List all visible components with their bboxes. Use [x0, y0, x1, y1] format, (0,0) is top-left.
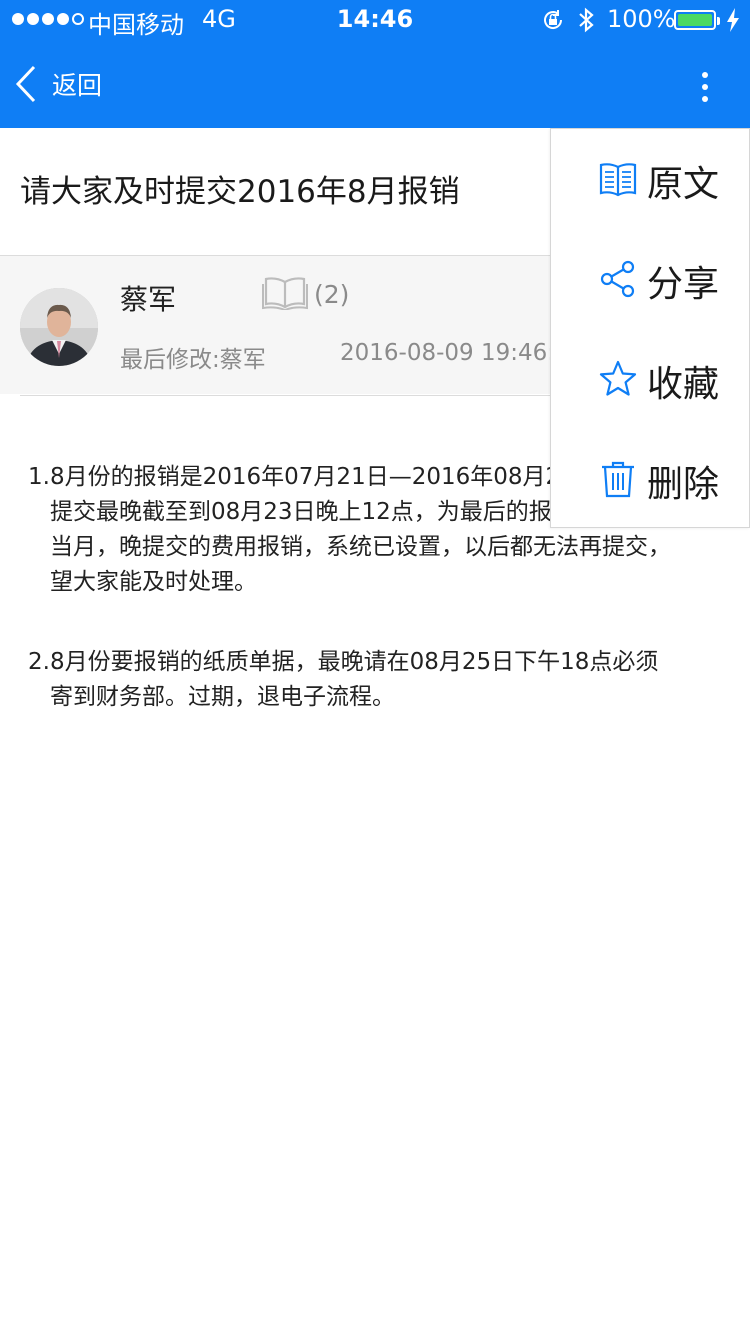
trash-icon	[602, 461, 634, 498]
menu-item-label: 分享	[647, 264, 720, 305]
back-button[interactable]: 返回	[14, 62, 102, 106]
list-item: 2. 8月份要报销的纸质单据，最晚请在08月25日下午18点必须 寄到财务部。过…	[28, 645, 708, 750]
back-label: 返回	[52, 71, 103, 100]
nav-bar: 返回	[0, 40, 750, 128]
rotation-lock-icon	[544, 10, 563, 29]
list-number: 2.	[28, 649, 50, 675]
menu-item-favorite[interactable]: 收藏	[551, 329, 749, 429]
battery-icon	[674, 10, 720, 30]
options-menu: 原文 分享 收藏 删除	[550, 128, 750, 528]
share-icon	[600, 260, 635, 298]
battery-percent: 100%	[607, 5, 676, 33]
more-options-button[interactable]	[690, 68, 720, 108]
article-title: 请大家及时提交2016年8月报销	[20, 174, 460, 210]
bluetooth-icon	[579, 7, 594, 33]
menu-item-delete[interactable]: 删除	[551, 429, 749, 529]
star-icon	[599, 360, 637, 396]
menu-item-label: 收藏	[647, 364, 720, 405]
chevron-left-icon	[15, 65, 36, 103]
avatar[interactable]	[20, 288, 98, 366]
menu-item-original[interactable]: 原文	[551, 129, 749, 229]
read-count-icon	[262, 277, 308, 310]
menu-item-share[interactable]: 分享	[551, 229, 749, 329]
last-modified-label: 最后修改:蔡军	[120, 347, 266, 373]
status-bar: 中国移动 4G 14:46 100%	[0, 0, 750, 40]
modified-datetime: 2016-08-09 19:46:4	[340, 340, 570, 366]
top-bar: 中国移动 4G 14:46 100% 返回	[0, 0, 750, 128]
menu-item-label: 删除	[647, 464, 720, 505]
book-open-icon	[599, 163, 637, 197]
list-number: 1.	[28, 464, 50, 490]
read-count: (2)	[314, 280, 350, 309]
charging-icon	[727, 8, 739, 32]
menu-item-label: 原文	[647, 164, 720, 205]
list-text: 8月份要报销的纸质单据，最晚请在08月25日下午18点必须 寄到财务部。过期，退…	[50, 649, 659, 710]
more-dot-icon	[702, 72, 708, 78]
author-name: 蔡军	[120, 283, 177, 316]
